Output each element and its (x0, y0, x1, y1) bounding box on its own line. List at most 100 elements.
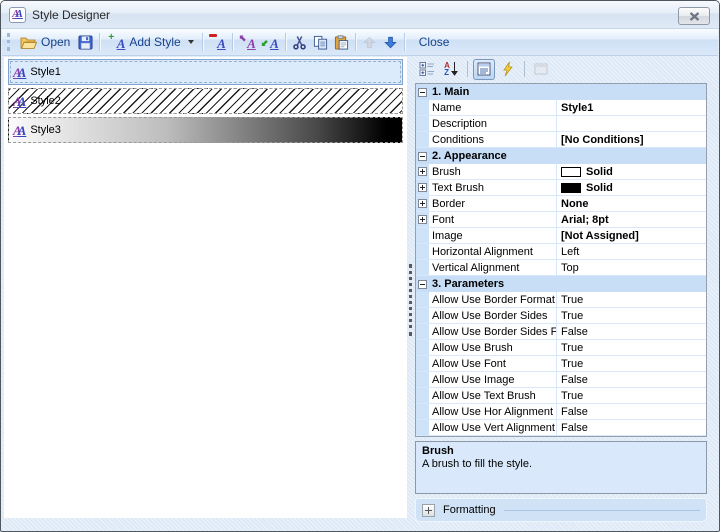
property-row[interactable]: BorderNone (416, 196, 706, 212)
property-row[interactable]: Allow Use Text BrushTrue (416, 388, 706, 404)
row-gutter (416, 308, 429, 323)
property-row[interactable]: NameStyle1 (416, 100, 706, 116)
expand-icon[interactable] (418, 199, 427, 208)
property-row[interactable]: Conditions[No Conditions] (416, 132, 706, 148)
duplicate-style-button[interactable]: ⬉A (236, 32, 259, 52)
expand-icon[interactable] (422, 504, 435, 517)
events-button[interactable] (497, 59, 519, 80)
open-button[interactable]: Open (15, 33, 75, 52)
property-name: Horizontal Alignment (429, 244, 557, 259)
property-category[interactable]: 2. Appearance (416, 148, 706, 164)
property-row[interactable]: FontArial; 8pt (416, 212, 706, 228)
formatting-section[interactable]: Formatting (415, 498, 707, 522)
paste-button[interactable] (331, 33, 352, 52)
chevron-down-icon (188, 40, 194, 44)
expand-icon[interactable] (418, 183, 427, 192)
row-gutter (416, 244, 429, 259)
copy-button[interactable] (310, 33, 331, 52)
categorized-icon (419, 61, 435, 77)
collapse-icon[interactable] (418, 152, 427, 161)
property-name: Description (429, 116, 557, 131)
property-value[interactable]: True (557, 340, 706, 355)
close-toolbar-button[interactable]: Close (414, 33, 455, 51)
move-up-button[interactable] (359, 33, 380, 52)
add-style-button[interactable]: +A Add Style (103, 32, 198, 52)
row-gutter (416, 212, 429, 227)
property-row[interactable]: Allow Use Border Sides FFalse (416, 324, 706, 340)
property-value[interactable]: [No Conditions] (557, 132, 706, 147)
row-gutter (416, 292, 429, 307)
cut-button[interactable] (289, 33, 310, 52)
style-item-label: Style1 (30, 66, 61, 78)
save-button[interactable] (75, 33, 96, 52)
window-close-button[interactable] (678, 7, 710, 25)
titlebar[interactable]: AA Style Designer (1, 1, 719, 29)
collapse-icon[interactable] (418, 88, 427, 97)
row-gutter (416, 228, 429, 243)
row-gutter (416, 420, 429, 435)
style-item-icon: AA (13, 95, 26, 108)
expand-icon[interactable] (418, 167, 427, 176)
style-list-item-style2[interactable]: AAStyle2 (8, 88, 403, 114)
property-value[interactable]: False (557, 324, 706, 339)
property-value[interactable]: True (557, 292, 706, 307)
formatting-label: Formatting (443, 504, 496, 516)
formatting-divider (504, 510, 700, 511)
move-down-button[interactable] (380, 33, 401, 52)
property-value[interactable]: Solid (557, 180, 706, 195)
property-row[interactable]: Horizontal AlignmentLeft (416, 244, 706, 260)
alphabetical-sort-button[interactable]: AZ (440, 59, 462, 80)
property-row[interactable]: Description (416, 116, 706, 132)
property-value-text: False (561, 406, 588, 418)
open-folder-icon (20, 35, 37, 50)
property-value[interactable]: Left (557, 244, 706, 259)
property-value[interactable]: False (557, 404, 706, 419)
row-gutter (416, 180, 429, 195)
property-value-text: True (561, 294, 583, 306)
property-row[interactable]: Vertical AlignmentTop (416, 260, 706, 276)
property-value[interactable]: False (557, 420, 706, 435)
property-value[interactable]: None (557, 196, 706, 211)
property-row[interactable]: BrushSolid (416, 164, 706, 180)
get-style-button[interactable]: ⬋A (259, 32, 282, 52)
property-description-text: A brush to fill the style. (422, 458, 700, 471)
property-value[interactable] (557, 116, 706, 131)
property-row[interactable]: Text BrushSolid (416, 180, 706, 196)
property-value[interactable]: Arial; 8pt (557, 212, 706, 227)
properties-button[interactable] (473, 59, 495, 80)
property-row[interactable]: Allow Use FontTrue (416, 356, 706, 372)
property-value[interactable]: True (557, 388, 706, 403)
copy-icon (313, 35, 328, 50)
property-value[interactable]: Solid (557, 164, 706, 179)
property-value[interactable]: [Not Assigned] (557, 228, 706, 243)
property-row[interactable]: Allow Use Vert AlignmentFalse (416, 420, 706, 436)
property-name: Name (429, 100, 557, 115)
property-row[interactable]: Allow Use BrushTrue (416, 340, 706, 356)
duplicate-style-icon: ⬉A (239, 34, 256, 50)
remove-style-button[interactable]: A (206, 32, 229, 52)
property-value[interactable]: False (557, 372, 706, 387)
categorized-button[interactable] (416, 59, 438, 80)
property-value[interactable]: Style1 (557, 100, 706, 115)
property-row[interactable]: Allow Use ImageFalse (416, 372, 706, 388)
property-row[interactable]: Allow Use Border FormatTrue (416, 292, 706, 308)
panel-splitter[interactable] (409, 264, 412, 336)
category-label: 2. Appearance (432, 150, 507, 162)
property-category[interactable]: 3. Parameters (416, 276, 706, 292)
style-list-item-style1[interactable]: AAStyle1 (8, 59, 403, 85)
property-value[interactable]: True (557, 308, 706, 323)
add-style-icon: +A (108, 34, 125, 50)
expand-icon[interactable] (418, 215, 427, 224)
property-name: Conditions (429, 132, 557, 147)
property-row[interactable]: Allow Use Hor AlignmentFalse (416, 404, 706, 420)
style-list-item-style3[interactable]: AAStyle3 (8, 117, 403, 143)
property-category[interactable]: 1. Main (416, 84, 706, 100)
property-value[interactable]: Top (557, 260, 706, 275)
collapse-icon[interactable] (418, 280, 427, 289)
row-gutter (416, 372, 429, 387)
property-pages-button[interactable] (530, 59, 552, 80)
property-row[interactable]: Allow Use Border SidesTrue (416, 308, 706, 324)
property-row[interactable]: Image[Not Assigned] (416, 228, 706, 244)
toolbar-grip[interactable] (7, 33, 10, 51)
property-value[interactable]: True (557, 356, 706, 371)
